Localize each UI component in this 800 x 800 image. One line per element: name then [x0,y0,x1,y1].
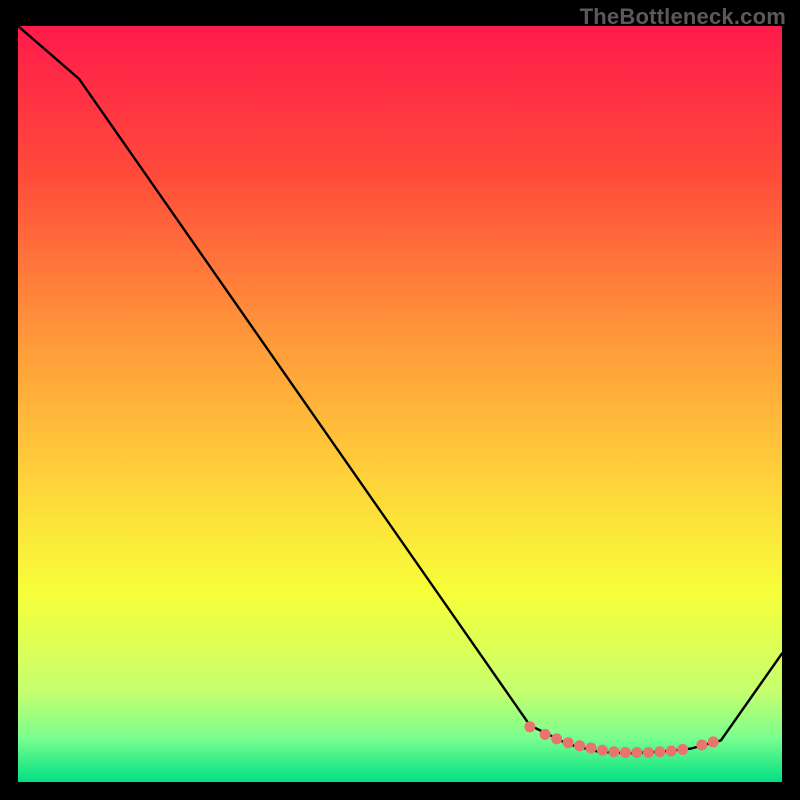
gradient-background [18,26,782,782]
scatter-dot [563,737,574,748]
scatter-dot [551,733,562,744]
scatter-dot [540,729,551,740]
scatter-dot [631,747,642,758]
chart-svg [18,26,782,782]
scatter-dot [620,747,631,758]
scatter-dot [597,745,608,756]
scatter-dot [696,739,707,750]
scatter-dot [608,746,619,757]
scatter-dot [677,744,688,755]
chart-stage: TheBottleneck.com [0,0,800,800]
chart-plot [18,26,782,782]
scatter-dot [524,721,535,732]
scatter-dot [586,742,597,753]
scatter-dot [708,736,719,747]
scatter-dot [666,746,677,757]
scatter-dot [654,746,665,757]
scatter-dot [574,740,585,751]
scatter-dot [643,747,654,758]
